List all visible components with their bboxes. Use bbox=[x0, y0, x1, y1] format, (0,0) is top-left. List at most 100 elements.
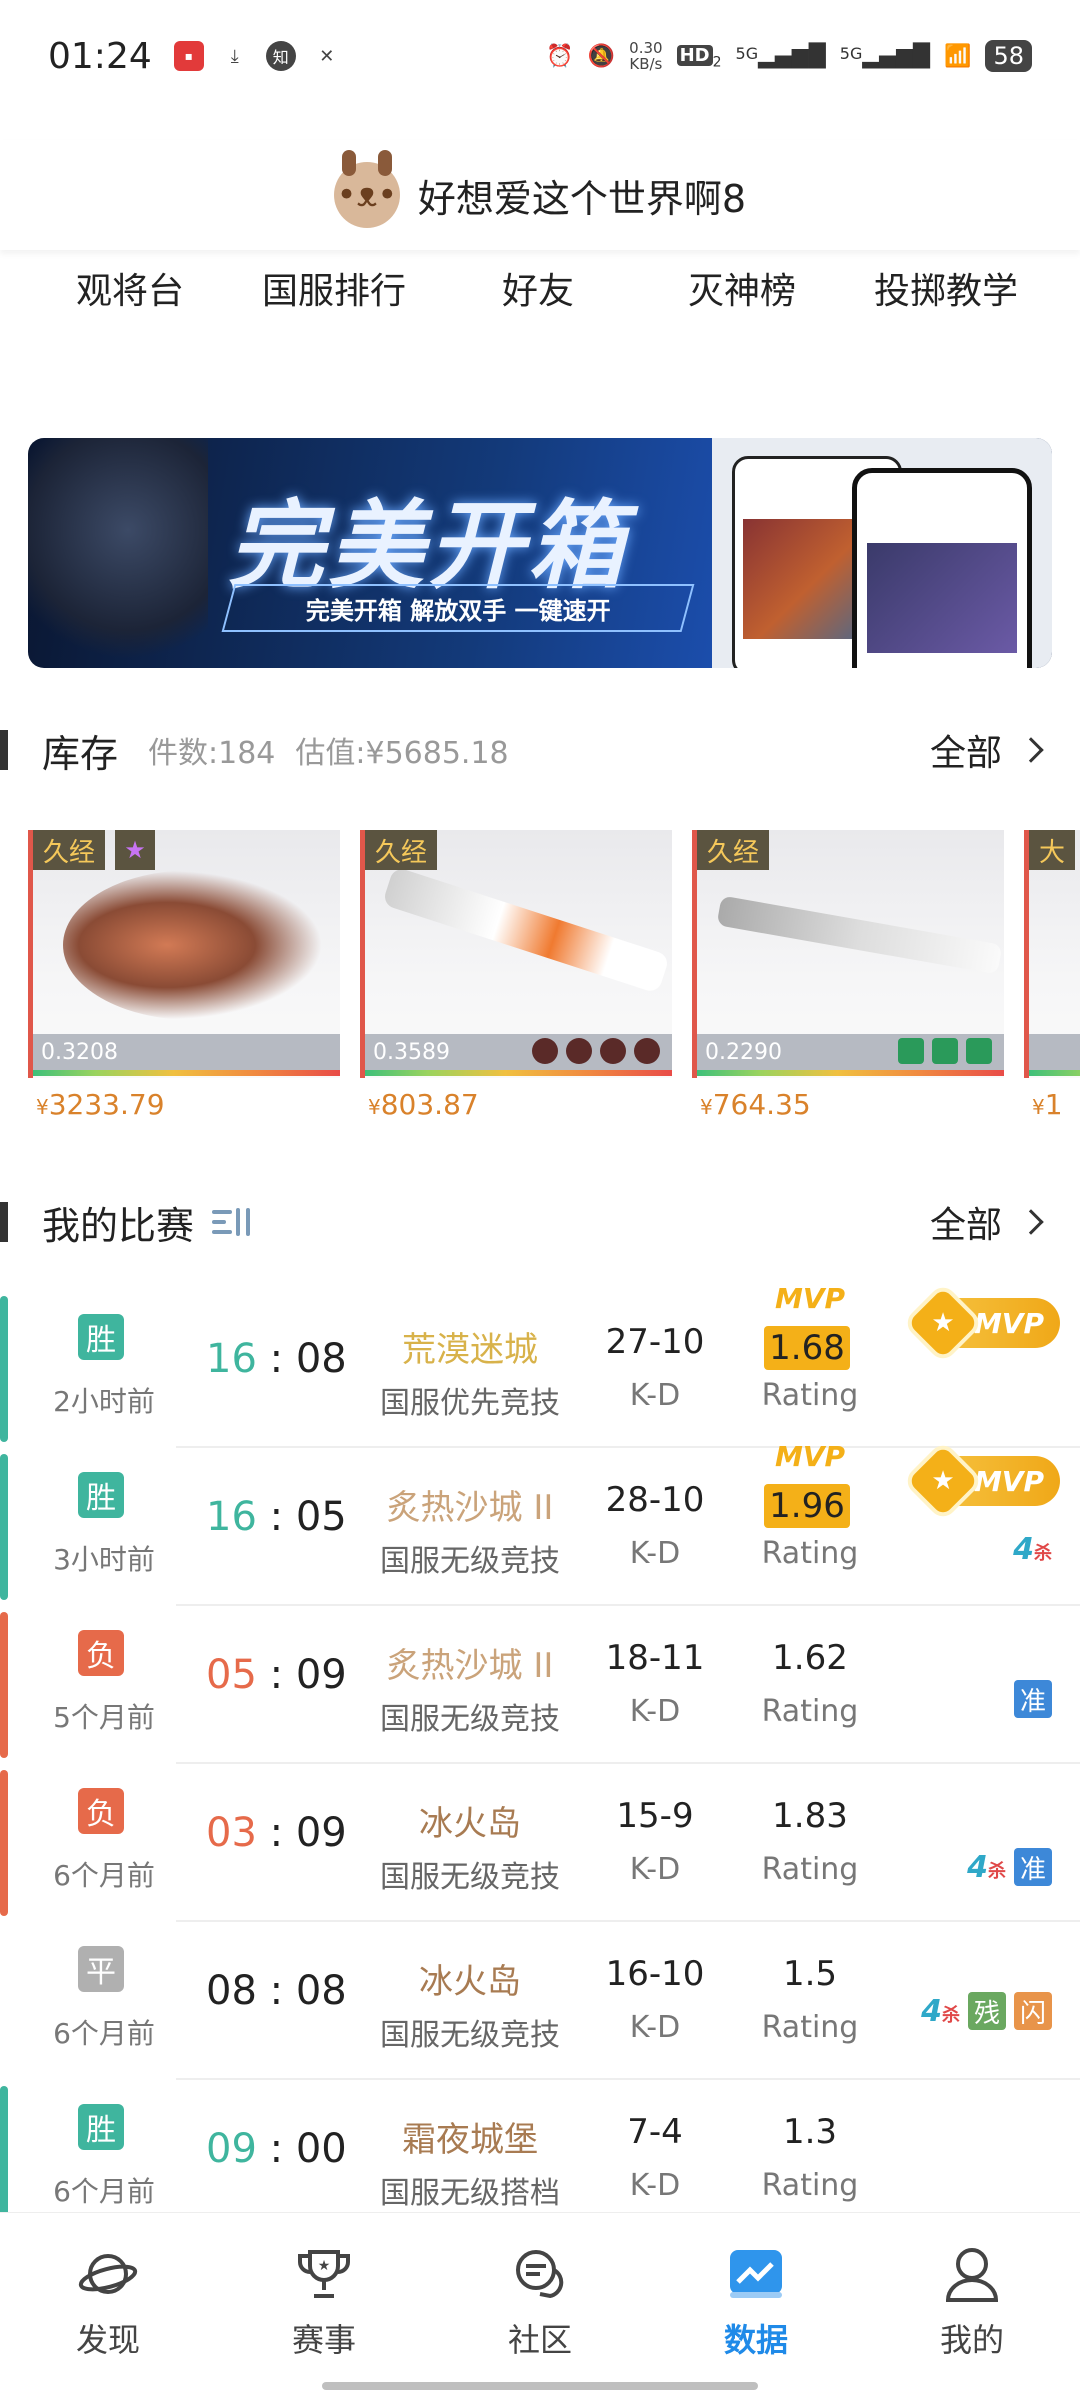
match-score: 16 : 05 bbox=[206, 1494, 347, 1540]
match-row[interactable]: 负 6个月前 03 : 09 冰火岛 国服无级竞技 15-9 K-D 1.83 … bbox=[0, 1764, 1080, 1922]
rating-label: Rating bbox=[761, 1694, 859, 1729]
price-value: 803.87 bbox=[380, 1088, 479, 1121]
sticker-icon bbox=[600, 1038, 626, 1064]
tab-events[interactable]: ★ 赛事 bbox=[216, 2213, 432, 2400]
match-row[interactable]: 平 6个月前 08 : 08 冰火岛 国服无级竞技 16-10 K-D 1.5 … bbox=[0, 1922, 1080, 2080]
quick-nav-leaderboard[interactable]: 灭神榜 bbox=[640, 262, 844, 314]
star-icon: ★ bbox=[931, 1308, 955, 1338]
quick-nav-watch[interactable]: 观将台 bbox=[28, 262, 232, 314]
match-row[interactable]: 胜 3小时前 16 : 05 炙热沙城 II 国服无级竞技 28-10 K-D … bbox=[0, 1439, 1080, 1606]
match-tags: 4杀 准 bbox=[967, 1848, 1052, 1886]
wear-bar bbox=[33, 1070, 340, 1076]
quick-nav-friends[interactable]: 好友 bbox=[436, 262, 640, 314]
tab-discover[interactable]: 发现 bbox=[0, 2213, 216, 2400]
matches-all-button[interactable]: 全部 bbox=[929, 1196, 1044, 1248]
rating-label: Rating bbox=[761, 2168, 859, 2203]
float-value: 0.3208 bbox=[33, 1034, 340, 1070]
score-opp: 00 bbox=[295, 2126, 347, 2172]
inventory-all-button[interactable]: 全部 bbox=[930, 724, 1044, 776]
result-badge: 胜 bbox=[78, 1314, 124, 1360]
kd-value: 16-10 bbox=[605, 1954, 705, 1994]
quick-nav-ranking[interactable]: 国服排行 bbox=[232, 262, 436, 314]
match-mode: 国服无级竞技 bbox=[380, 1860, 560, 1895]
mute-icon: 🔕 bbox=[587, 43, 616, 69]
rating-value: 1.83 bbox=[772, 1796, 848, 1836]
price-value: 764.35 bbox=[712, 1088, 811, 1121]
rifle-image bbox=[381, 866, 671, 994]
wear-bar bbox=[1029, 1070, 1080, 1076]
sticker-icon bbox=[898, 1038, 924, 1064]
stickers bbox=[532, 1038, 660, 1064]
chevron-right-icon bbox=[1018, 737, 1044, 763]
matches-all-label: 全部 bbox=[929, 1205, 1002, 1246]
matches-header: 我的比赛 全部 bbox=[0, 1192, 1080, 1252]
quick-nav-throw-guide[interactable]: 投掷教学 bbox=[844, 262, 1048, 314]
mvp-label: MVP bbox=[774, 1282, 846, 1315]
match-row[interactable]: 负 5个月前 05 : 09 炙热沙城 II 国服无级竞技 18-11 K-D … bbox=[0, 1606, 1080, 1764]
wear-tag: 久经 bbox=[365, 830, 438, 870]
chart-icon bbox=[723, 2241, 789, 2307]
zhihu-icon: 知 bbox=[265, 41, 296, 71]
mvp-badge: ★ MVP bbox=[901, 1281, 1060, 1365]
map-name: 炙热沙城 II bbox=[386, 1646, 554, 1686]
inventory-item[interactable]: 久经 0.3589 ¥803.87 bbox=[360, 830, 672, 1130]
map-name: 冰火岛 bbox=[419, 1804, 521, 1844]
tab-label: 我的 bbox=[939, 2321, 1004, 2359]
match-time: 6个月前 bbox=[53, 2017, 155, 2050]
inventory-item[interactable]: 久经 ★ 0.3208 ¥3233.79 bbox=[28, 830, 340, 1130]
inventory-item[interactable]: 大 ¥1 bbox=[1024, 830, 1080, 1130]
inventory-value: 估值:¥5685.18 bbox=[295, 736, 509, 771]
tools-icon: ✕ bbox=[319, 45, 335, 67]
banner-subline: 完美开箱 解放双手 一键速开 bbox=[221, 584, 695, 632]
wifi-icon: 📶 bbox=[944, 43, 972, 69]
filter-list-icon[interactable] bbox=[212, 1204, 252, 1240]
alarm-icon: ⏰ bbox=[546, 43, 574, 69]
home-indicator[interactable] bbox=[322, 2382, 758, 2390]
sticker-icon bbox=[966, 1038, 992, 1064]
avatar[interactable]: •ᴥ• bbox=[333, 150, 400, 228]
sticker-icon bbox=[566, 1038, 592, 1064]
tab-profile[interactable]: 我的 bbox=[864, 2213, 1080, 2400]
match-tags: 4杀 bbox=[1013, 1532, 1052, 1567]
tab-label: 数据 bbox=[723, 2321, 788, 2359]
inventory-header: 库存 件数:184 估值:¥5685.18 全部 bbox=[0, 720, 1080, 780]
star-icon: ★ bbox=[115, 830, 155, 870]
score-opp: 08 bbox=[295, 1968, 347, 2014]
rating-value: 1.68 bbox=[764, 1326, 850, 1370]
mvp-badge-text: MVP bbox=[973, 1464, 1044, 1498]
mvp-badge: ★ MVP bbox=[901, 1439, 1060, 1523]
section-marker bbox=[0, 730, 8, 770]
map-name: 冰火岛 bbox=[419, 1962, 521, 2002]
price-value: 1 bbox=[1044, 1088, 1063, 1121]
sim2-label: 5G bbox=[839, 43, 863, 63]
inventory-item[interactable]: 久经 0.2290 ¥764.35 bbox=[692, 830, 1004, 1130]
page-title: 好想爱这个世界啊8 bbox=[417, 176, 747, 221]
match-mode: 国服优先竞技 bbox=[380, 1386, 560, 1421]
status-bar: 01:24 ▪ ⤓ 知 ✕ ⏰ 🔕 0.30 KB/s HD 2 5G▂▄▆█ 5… bbox=[0, 0, 1080, 112]
status-right: ⏰ 🔕 0.30 KB/s HD 2 5G▂▄▆█ 5G▂▄▆█ 📶 58 bbox=[546, 40, 1032, 72]
score-opp: 09 bbox=[295, 1810, 347, 1856]
planet-icon bbox=[75, 2241, 141, 2307]
signal-bars-icon: ▂▄▆█ bbox=[758, 43, 826, 69]
kd-value: 27-10 bbox=[605, 1322, 705, 1362]
item-price: ¥803.87 bbox=[368, 1088, 479, 1121]
promo-banner[interactable]: 完美开箱 完美开箱 解放双手 一键速开 bbox=[28, 438, 1052, 668]
inventory-carousel[interactable]: 久经 ★ 0.3208 ¥3233.79 久经 0.3589 ¥803.87 久… bbox=[28, 830, 1080, 1130]
tab-data[interactable]: 数据 bbox=[648, 2213, 864, 2400]
kd-value: 15-9 bbox=[616, 1796, 694, 1836]
rating-label: Rating bbox=[761, 1536, 859, 1571]
match-row[interactable]: 胜 2小时前 16 : 08 荒漠迷城 国服优先竞技 27-10 K-D MVP… bbox=[0, 1281, 1080, 1448]
rating-value: 1.3 bbox=[782, 2112, 838, 2152]
tab-label: 赛事 bbox=[291, 2321, 356, 2359]
match-tags: 准 bbox=[1014, 1680, 1052, 1718]
result-accent bbox=[0, 1770, 8, 1916]
accuracy-tag: 准 bbox=[1014, 1848, 1052, 1886]
wear-tag: 久经 bbox=[33, 830, 106, 870]
battery-level: 58 bbox=[985, 40, 1032, 72]
signal-2: 5G▂▄▆█ bbox=[840, 44, 930, 69]
matches-title: 我的比赛 bbox=[42, 1203, 195, 1248]
score-opp: 08 bbox=[295, 1336, 347, 1382]
match-mode: 国服无级竞技 bbox=[380, 1702, 560, 1737]
four-kill-tag: 4杀 bbox=[921, 1993, 960, 2029]
tab-community[interactable]: 社区 bbox=[432, 2213, 648, 2400]
